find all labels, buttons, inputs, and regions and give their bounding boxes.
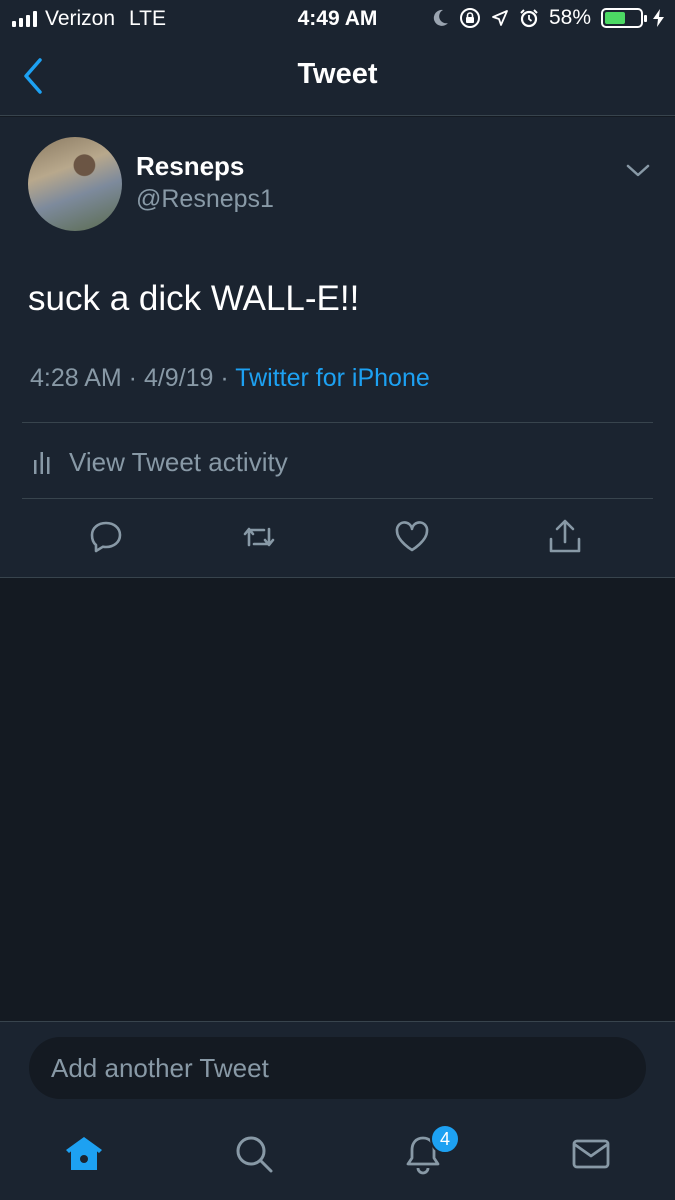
tab-home[interactable]: [62, 1132, 106, 1176]
rotation-lock-icon: [459, 8, 480, 28]
divider: [22, 422, 653, 423]
activity-label: View Tweet activity: [69, 447, 288, 477]
search-icon: [236, 1136, 273, 1173]
page-title: Tweet: [297, 58, 378, 90]
tab-search[interactable]: [232, 1132, 276, 1176]
tweet-card: Resneps @Resneps1 suck a dick WALL-E!! 4…: [0, 117, 675, 578]
status-right: 58%: [433, 6, 665, 30]
tweet-source-link[interactable]: Twitter for iPhone: [235, 364, 430, 392]
tab-messages[interactable]: [569, 1132, 613, 1176]
nav-header: Tweet: [0, 38, 675, 116]
user-handle[interactable]: @Resneps1: [136, 185, 274, 214]
battery-percent: 58%: [548, 6, 591, 29]
share-icon: [549, 519, 581, 553]
chevron-down-icon: [626, 164, 650, 177]
like-icon: [395, 521, 429, 552]
battery-level: [605, 12, 625, 24]
display-name[interactable]: Resneps: [136, 151, 244, 182]
moon-icon: [433, 9, 448, 26]
tweet-meta: 4:28 AM · 4/9/19 · Twitter for iPhone: [30, 364, 430, 393]
tweet-timestamp: 4:28 AM · 4/9/19 ·: [30, 364, 236, 392]
messages-icon: [572, 1139, 610, 1169]
view-activity-button[interactable]: View Tweet activity: [33, 447, 288, 478]
reply-icon: [90, 521, 122, 553]
alarm-icon: [520, 9, 538, 28]
avatar[interactable]: [28, 137, 122, 231]
divider: [22, 498, 653, 499]
bottom-bar: 4: [0, 1021, 675, 1200]
reply-button[interactable]: [86, 517, 126, 557]
tweet-text: suck a dick WALL-E!!: [28, 279, 360, 318]
retweet-icon: [243, 527, 275, 547]
retweet-button[interactable]: [239, 517, 279, 557]
like-button[interactable]: [392, 517, 432, 557]
location-icon: [492, 10, 508, 26]
activity-bars-icon: [34, 451, 50, 474]
tweet-options-button[interactable]: [622, 155, 654, 187]
charging-icon: [653, 9, 664, 27]
status-bar: Verizon LTE 4:49 AM 58%: [0, 0, 675, 38]
notification-badge: 4: [430, 1124, 460, 1154]
share-button[interactable]: [545, 517, 585, 557]
home-icon: [66, 1137, 102, 1170]
battery-icon: [601, 8, 647, 28]
add-tweet-input[interactable]: [29, 1037, 646, 1099]
